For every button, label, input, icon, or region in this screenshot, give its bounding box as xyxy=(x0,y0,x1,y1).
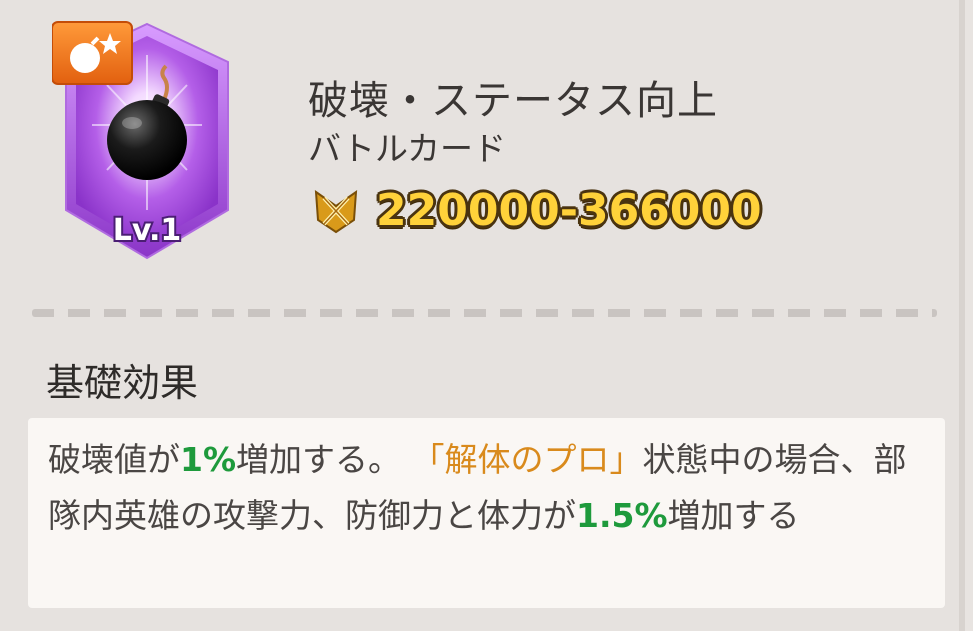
status-link-demolition-pro[interactable]: 「解体のプロ」 xyxy=(412,440,643,479)
desc-text-4: 増加する xyxy=(667,496,800,535)
effect-description-box: 破壊値が1%増加する。 「解体のプロ」状態中の場合、部隊内英雄の攻撃力、防御力と… xyxy=(28,418,945,608)
crossed-swords-icon xyxy=(314,189,358,234)
card-level-label: Lv.1 xyxy=(113,213,182,248)
section-title-base-effect: 基礎効果 xyxy=(46,361,199,405)
battle-card-badge[interactable]: Lv.1 xyxy=(52,20,242,265)
desc-text-1: 破壊値が xyxy=(48,440,180,479)
power-range: 220000-366000 xyxy=(310,182,762,238)
card-type-label: バトルカード xyxy=(308,129,506,168)
power-value: 220000-366000 xyxy=(376,184,762,236)
card-detail-panel: Lv.1 破壊・ステータス向上 バトルカード 220000-366000 基礎効… xyxy=(0,0,965,631)
desc-value-1: 1% xyxy=(180,440,237,479)
card-title: 破壊・ステータス向上 xyxy=(308,78,718,124)
desc-text-2: 増加する。 xyxy=(236,440,402,479)
effect-description: 破壊値が1%増加する。 「解体のプロ」状態中の場合、部隊内英雄の攻撃力、防御力と… xyxy=(48,432,928,544)
bomb-star-icon xyxy=(52,21,133,85)
dashed-divider xyxy=(32,309,937,317)
desc-value-2: 1.5% xyxy=(576,496,668,535)
